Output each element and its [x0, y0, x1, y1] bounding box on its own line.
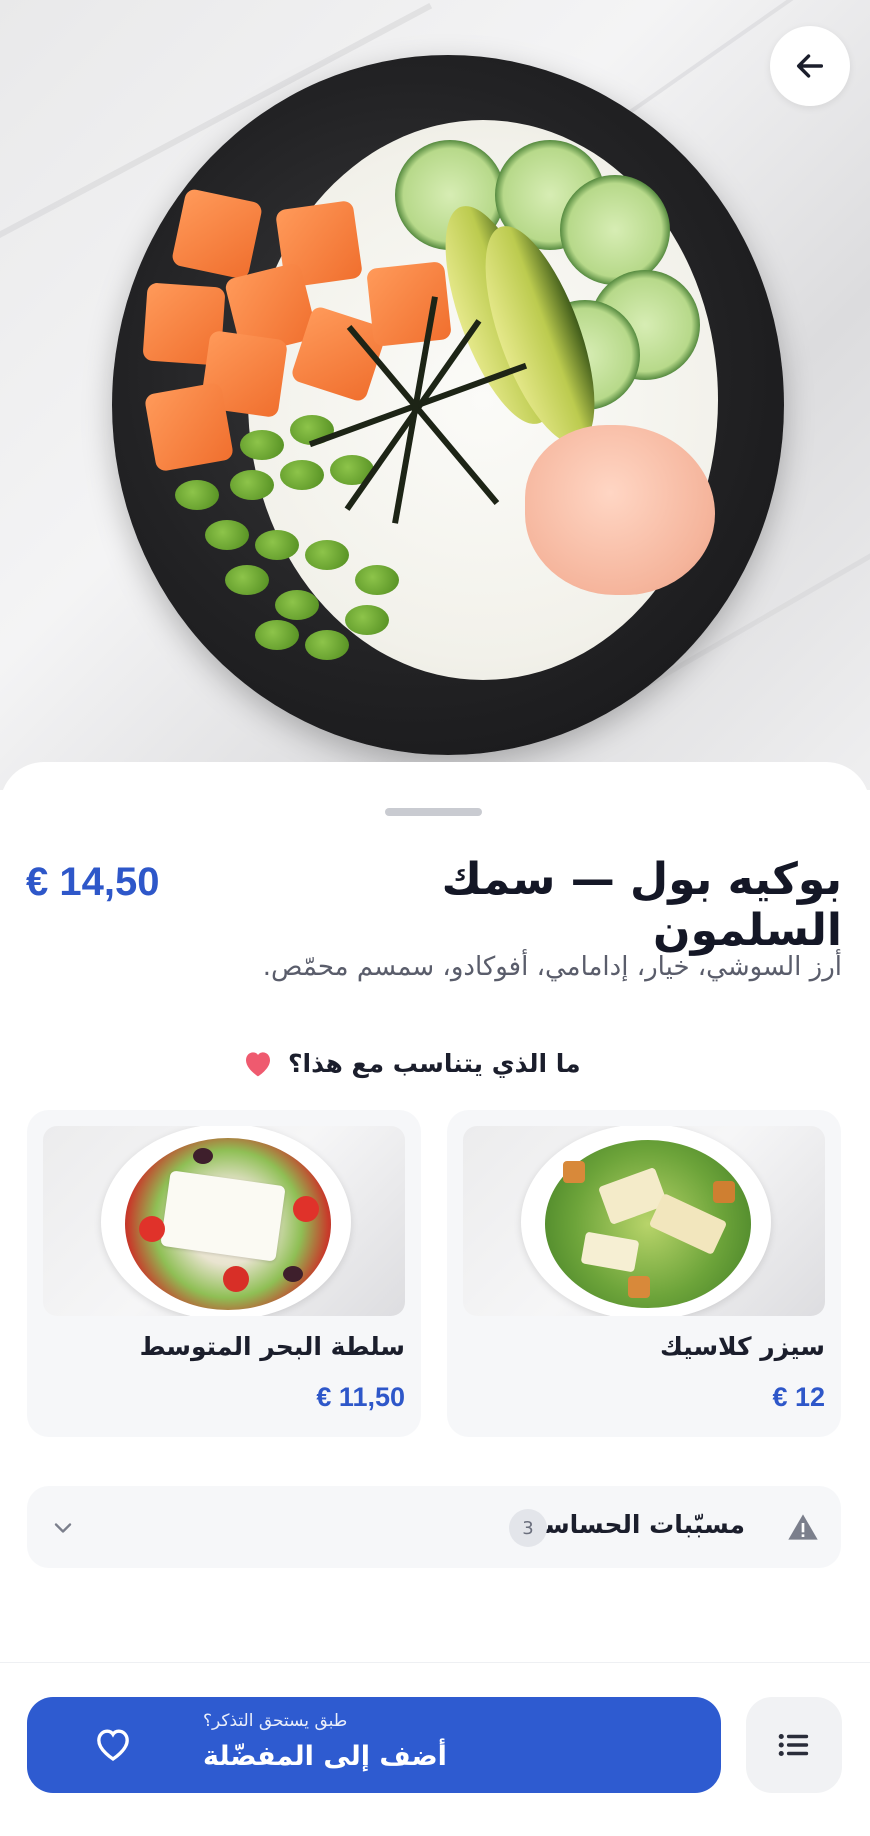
crouton [713, 1181, 735, 1203]
allergens-count-badge: 3 [509, 1509, 547, 1547]
dish-description: أرز السوشي، خيار، إدامامي، أفوكادو، سمسم… [262, 952, 842, 982]
dish-title: بوكيه بول — سمك السلمون [441, 854, 842, 956]
edamame [205, 520, 249, 550]
edamame [355, 565, 399, 595]
allergens-accordion[interactable]: مسبّبات الحساسية 3 [27, 1486, 841, 1568]
allergens-label: مسبّبات الحساسية [519, 1510, 745, 1539]
arrow-left-icon [796, 54, 824, 78]
pairs-heading-label: ما الذي يتناسب مع هذا؟ [288, 1048, 581, 1078]
salmon-piece [170, 187, 264, 281]
edamame [175, 480, 219, 510]
pair-price: € 12 [772, 1382, 825, 1412]
chevron-down-icon [54, 1523, 72, 1533]
menu-list-button[interactable] [746, 1697, 842, 1793]
crouton [563, 1161, 585, 1183]
add-to-favorites-button[interactable]: طبق يستحق التذكر؟ أضف إلى المفضّلة [27, 1697, 721, 1793]
hero-image [0, 0, 870, 790]
pair-card-mediterranean[interactable]: سلطة البحر المتوسط € 11,50 [27, 1110, 421, 1437]
cucumber-slice [560, 175, 670, 285]
list-icon [778, 1733, 809, 1757]
crouton [628, 1276, 650, 1298]
edamame [345, 605, 389, 635]
edamame [225, 565, 269, 595]
warning-icon [788, 1514, 818, 1540]
pairs-heading: ما الذي يتناسب مع هذا؟ [242, 1048, 842, 1078]
edamame [305, 540, 349, 570]
salmon-piece [366, 261, 452, 347]
edamame [255, 620, 299, 650]
olive [283, 1266, 303, 1282]
details-sheet: بوكيه بول — سمك السلمون € 14,50 أرز السو… [0, 762, 870, 1662]
back-button[interactable] [770, 26, 850, 106]
edamame [230, 470, 274, 500]
feta [160, 1170, 286, 1262]
edamame [305, 630, 349, 660]
edamame [275, 590, 319, 620]
pair-price: € 11,50 [316, 1382, 405, 1412]
tomato [293, 1196, 319, 1222]
heart-outline-icon [97, 1729, 129, 1761]
pair-card-caesar[interactable]: سيزر كلاسيك € 12 [447, 1110, 841, 1437]
mediterranean-salad-image [43, 1126, 405, 1316]
edamame [280, 460, 324, 490]
favorites-main-label: أضف إلى المفضّلة [203, 1741, 447, 1772]
favorites-sub-label: طبق يستحق التذكر؟ [203, 1711, 348, 1731]
sheet-handle[interactable] [385, 808, 482, 816]
pair-name: سيزر كلاسيك [659, 1332, 825, 1361]
pair-name: سلطة البحر المتوسط [139, 1332, 405, 1361]
heart-icon [246, 1052, 270, 1077]
dish-price: € 14,50 [26, 860, 160, 904]
edamame [240, 430, 284, 460]
edamame [255, 530, 299, 560]
caesar-salad-image [463, 1126, 825, 1316]
bottom-action-bar: طبق يستحق التذكر؟ أضف إلى المفضّلة [0, 1662, 870, 1836]
tomato [139, 1216, 165, 1242]
salmon-piece [143, 381, 235, 473]
olive [193, 1148, 213, 1164]
tomato [223, 1266, 249, 1292]
